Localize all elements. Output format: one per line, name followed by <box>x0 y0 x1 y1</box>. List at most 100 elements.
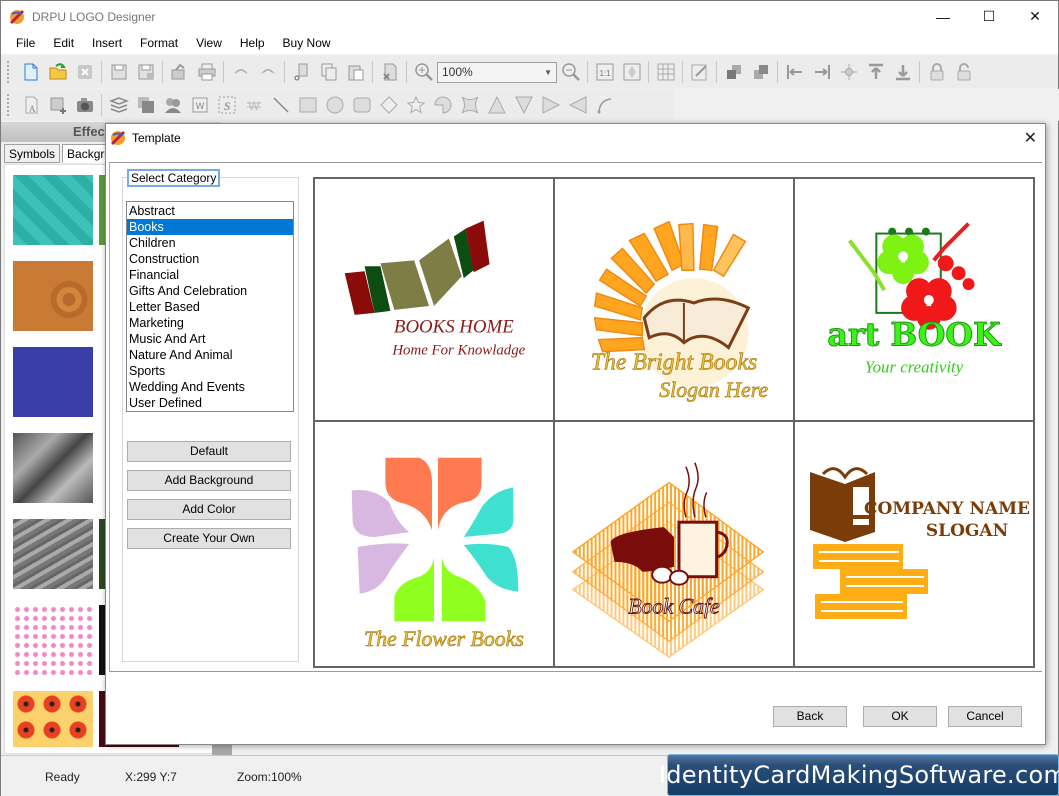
image-icon[interactable] <box>44 92 71 118</box>
template-card[interactable]: The Flower Books <box>315 422 555 666</box>
save-as-icon[interactable] <box>132 59 159 85</box>
background-thumbnail[interactable] <box>13 519 93 589</box>
menu-view[interactable]: View <box>187 36 231 50</box>
paste-icon[interactable] <box>342 59 369 85</box>
rounded-rectangle-icon[interactable] <box>348 92 375 118</box>
background-thumbnail[interactable] <box>13 347 93 417</box>
edit-properties-icon[interactable] <box>686 59 713 85</box>
category-item-user-defined[interactable]: User Defined <box>127 395 293 411</box>
cancel-button[interactable]: Cancel <box>948 706 1022 727</box>
wordart-icon[interactable]: W <box>186 92 213 118</box>
add-color-button[interactable]: Add Color <box>127 499 291 520</box>
triangle-left-icon[interactable] <box>564 92 591 118</box>
send-backward-icon[interactable] <box>747 59 774 85</box>
fit-to-window-icon[interactable] <box>618 59 645 85</box>
menu-format[interactable]: Format <box>131 36 187 50</box>
category-item-gifts-and-celebration[interactable]: Gifts And Celebration <box>127 283 293 299</box>
close-file-icon[interactable] <box>71 59 98 85</box>
rectangle-icon[interactable] <box>294 92 321 118</box>
open-folder-icon[interactable] <box>44 59 71 85</box>
category-item-sports[interactable]: Sports <box>127 363 293 379</box>
template-card[interactable]: The Bright Books Slogan Here <box>555 179 795 422</box>
zoom-dropdown[interactable]: 100% ▼ <box>437 61 557 83</box>
ok-button[interactable]: OK <box>863 706 937 727</box>
menu-insert[interactable]: Insert <box>83 36 131 50</box>
align-center-icon[interactable] <box>835 59 862 85</box>
save-icon[interactable] <box>105 59 132 85</box>
star-icon[interactable] <box>402 92 429 118</box>
redo-icon[interactable] <box>254 59 281 85</box>
category-item-nature-and-animal[interactable]: Nature And Animal <box>127 347 293 363</box>
layers-icon[interactable] <box>105 92 132 118</box>
cut-icon[interactable] <box>288 59 315 85</box>
background-thumbnail[interactable] <box>13 691 93 747</box>
align-right-icon[interactable] <box>808 59 835 85</box>
template-card[interactable]: BOOKS HOME Home For Knowladge <box>315 179 555 422</box>
default-button[interactable]: Default <box>127 441 291 462</box>
print-icon[interactable] <box>193 59 220 85</box>
lock-icon[interactable] <box>923 59 950 85</box>
menu-file[interactable]: File <box>7 36 44 50</box>
category-item-wedding-and-events[interactable]: Wedding And Events <box>127 379 293 395</box>
undo-icon[interactable] <box>227 59 254 85</box>
clipart-icon[interactable] <box>159 92 186 118</box>
shadow-icon[interactable] <box>132 92 159 118</box>
delete-icon[interactable] <box>376 59 403 85</box>
tab-symbols[interactable]: Symbols <box>4 144 61 163</box>
watermark-icon[interactable]: W <box>240 92 267 118</box>
menu-help[interactable]: Help <box>231 36 274 50</box>
diamond-icon[interactable] <box>375 92 402 118</box>
back-button[interactable]: Back <box>773 706 847 727</box>
background-thumbnail[interactable] <box>13 605 93 675</box>
category-item-children[interactable]: Children <box>127 235 293 251</box>
template-title: BOOKS HOME <box>394 317 514 338</box>
menu-edit[interactable]: Edit <box>44 36 83 50</box>
triangle-down-icon[interactable] <box>510 92 537 118</box>
align-top-icon[interactable] <box>862 59 889 85</box>
category-item-marketing[interactable]: Marketing <box>127 315 293 331</box>
category-item-music-and-art[interactable]: Music And Art <box>127 331 293 347</box>
triangle-right-icon[interactable] <box>537 92 564 118</box>
toolbar-grip[interactable] <box>7 61 11 83</box>
close-button[interactable]: ✕ <box>1012 1 1058 32</box>
toolbar-grip[interactable] <box>7 94 11 116</box>
pie-icon[interactable] <box>429 92 456 118</box>
zoom-out-icon[interactable] <box>557 59 584 85</box>
arc-icon[interactable] <box>591 92 618 118</box>
grid-icon[interactable] <box>652 59 679 85</box>
copy-icon[interactable] <box>315 59 342 85</box>
category-listbox[interactable]: Abstract Books Children Construction Fin… <box>126 201 294 412</box>
menu-buy-now[interactable]: Buy Now <box>274 36 340 50</box>
background-thumbnail[interactable] <box>13 433 93 503</box>
text-icon[interactable]: A <box>17 92 44 118</box>
export-icon[interactable] <box>166 59 193 85</box>
background-thumbnail[interactable] <box>13 261 93 331</box>
category-item-books[interactable]: Books <box>127 219 293 235</box>
camera-icon[interactable] <box>71 92 98 118</box>
template-card[interactable]: Book Cafe <box>555 422 795 666</box>
dialog-close-button[interactable]: ✕ <box>1024 128 1037 148</box>
background-thumbnail[interactable] <box>13 175 93 245</box>
template-card[interactable]: art BOOK Your creativity <box>795 179 1033 422</box>
align-left-icon[interactable] <box>781 59 808 85</box>
ellipse-icon[interactable] <box>321 92 348 118</box>
bring-forward-icon[interactable] <box>720 59 747 85</box>
new-file-icon[interactable] <box>17 59 44 85</box>
category-item-abstract[interactable]: Abstract <box>127 203 293 219</box>
align-bottom-icon[interactable] <box>889 59 916 85</box>
unlock-icon[interactable] <box>950 59 977 85</box>
category-item-construction[interactable]: Construction <box>127 251 293 267</box>
template-card[interactable]: COMPANY NAME SLOGAN <box>795 422 1033 666</box>
minimize-button[interactable]: — <box>920 1 966 32</box>
category-item-letter-based[interactable]: Letter Based <box>127 299 293 315</box>
triangle-up-icon[interactable] <box>483 92 510 118</box>
category-item-financial[interactable]: Financial <box>127 267 293 283</box>
actual-size-icon[interactable]: 1:1 <box>591 59 618 85</box>
line-icon[interactable] <box>267 92 294 118</box>
create-your-own-button[interactable]: Create Your Own <box>127 528 291 549</box>
maximize-button[interactable]: ☐ <box>966 1 1012 32</box>
cross-icon[interactable] <box>456 92 483 118</box>
add-background-button[interactable]: Add Background <box>127 470 291 491</box>
signature-icon[interactable]: S <box>213 92 240 118</box>
zoom-in-icon[interactable] <box>410 59 437 85</box>
